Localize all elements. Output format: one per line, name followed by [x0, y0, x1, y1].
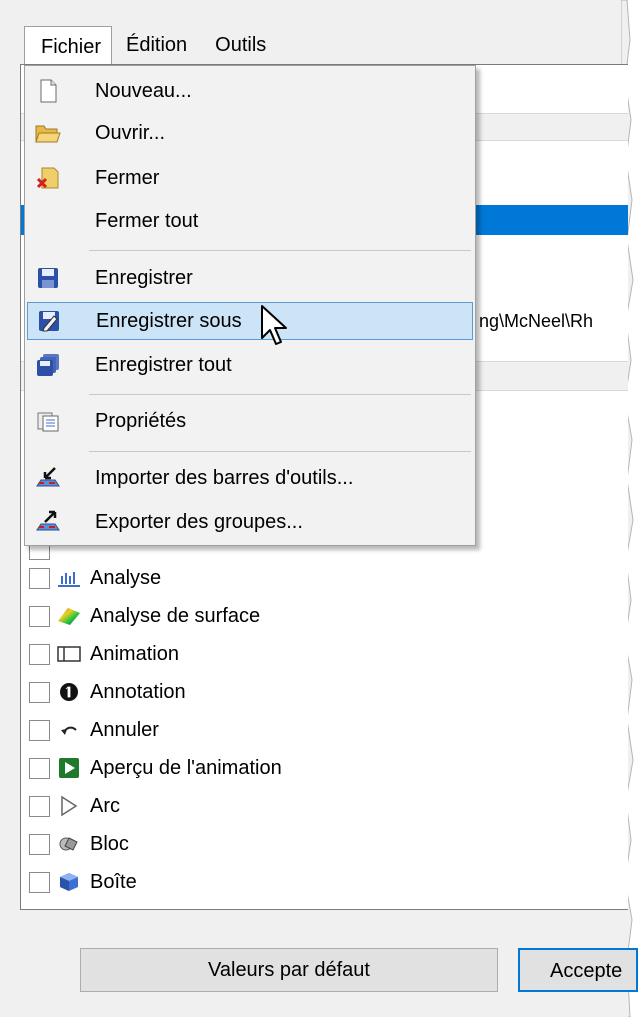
list-item[interactable]: Bloc: [29, 825, 282, 863]
list-item-label: Analyse: [90, 566, 162, 589]
list-item[interactable]: Annuler: [29, 711, 282, 749]
list-item-label: Annuler: [90, 718, 159, 741]
list-item-label: Animation: [90, 642, 179, 665]
open-folder-icon: [27, 114, 69, 152]
list-item-label: Arc: [90, 794, 120, 817]
save-all-icon: [27, 346, 69, 384]
checkbox[interactable]: [29, 681, 50, 703]
undo-icon: [56, 718, 82, 742]
annotation-icon: [56, 680, 82, 704]
checkbox[interactable]: [29, 795, 50, 817]
surface-analysis-icon: [56, 604, 82, 628]
menu-item-enregistrer-tout[interactable]: Enregistrer tout: [27, 346, 473, 384]
export-groups-icon: [27, 503, 69, 541]
list-item[interactable]: Aperçu de l'animation: [29, 749, 282, 787]
file-path-text: ng\McNeel\Rh: [479, 311, 594, 331]
block-icon: [56, 832, 82, 856]
menu-item-ouvrir[interactable]: Ouvrir...: [27, 114, 473, 152]
checkbox[interactable]: [29, 833, 50, 855]
close-file-icon: [27, 159, 69, 197]
animation-preview-icon: [56, 756, 82, 780]
mouse-cursor-icon: [261, 305, 287, 345]
menu-item-importer-barres[interactable]: Importer des barres d'outils...: [27, 459, 473, 497]
checkbox[interactable]: [29, 757, 50, 779]
menu-edition[interactable]: Édition: [112, 30, 201, 66]
import-toolbars-icon: [27, 459, 69, 497]
list-item[interactable]: Analyse de surface: [29, 597, 282, 635]
file-dropdown-menu: Nouveau... Ouvrir... Fermer Fermer tout …: [24, 65, 476, 546]
list-item[interactable]: Boîte: [29, 863, 282, 901]
box-icon: [56, 870, 82, 894]
menu-item-label: Fermer tout: [95, 209, 199, 232]
arc-icon: [56, 794, 82, 818]
dialog-button-bar: Valeurs par défaut Accepte: [0, 910, 638, 1017]
toolbar-checklist: Analyse Analyse de surface Animation Ann…: [29, 559, 282, 901]
menu-separator: [89, 250, 471, 251]
menu-item-label: Nouveau...: [95, 79, 192, 102]
list-item-label: Aperçu de l'animation: [90, 756, 282, 779]
list-item[interactable]: Arc: [29, 787, 282, 825]
save-as-icon: [28, 302, 70, 340]
menu-fichier[interactable]: Fichier: [24, 26, 113, 66]
checkbox[interactable]: [29, 605, 50, 627]
checkbox[interactable]: [29, 871, 50, 893]
save-disk-icon: [27, 259, 69, 297]
checkbox[interactable]: [29, 643, 50, 665]
menu-item-label: Fermer: [95, 166, 160, 189]
accept-button[interactable]: Accepte: [518, 948, 638, 992]
list-item[interactable]: Annotation: [29, 673, 282, 711]
menu-separator: [89, 451, 471, 452]
properties-icon: [27, 402, 69, 440]
checkbox[interactable]: [29, 567, 50, 589]
menu-item-enregistrer[interactable]: Enregistrer: [27, 259, 473, 297]
list-item-label: Bloc: [90, 832, 129, 855]
menu-item-label: Exporter des groupes...: [95, 510, 303, 533]
menu-separator: [89, 394, 471, 395]
menu-item-fermer-tout[interactable]: Fermer tout: [27, 202, 473, 240]
list-item-label: Boîte: [90, 870, 137, 893]
menu-item-label: Importer des barres d'outils...: [95, 466, 354, 489]
menu-item-label: Enregistrer: [95, 266, 193, 289]
menu-item-nouveau[interactable]: Nouveau...: [27, 72, 473, 110]
list-item-label: Analyse de surface: [90, 604, 261, 627]
menu-item-enregistrer-sous[interactable]: Enregistrer sous: [27, 302, 473, 340]
menu-item-label: Ouvrir...: [95, 121, 166, 144]
menu-item-proprietes[interactable]: Propriétés: [27, 402, 473, 440]
checkbox[interactable]: [29, 719, 50, 741]
defaults-button[interactable]: Valeurs par défaut: [80, 948, 498, 992]
animation-icon: [56, 642, 82, 666]
new-document-icon: [27, 72, 69, 110]
menu-item-label: Propriétés: [95, 409, 187, 432]
menu-item-exporter-groupes[interactable]: Exporter des groupes...: [27, 503, 473, 541]
menu-outils[interactable]: Outils: [201, 30, 280, 66]
menu-item-label: Enregistrer tout: [95, 353, 232, 376]
analysis-icon: [56, 566, 82, 590]
menu-item-fermer[interactable]: Fermer: [27, 159, 473, 197]
menu-item-label: Enregistrer sous: [96, 309, 242, 332]
list-item[interactable]: Analyse: [29, 559, 282, 597]
menu-bar: Fichier Édition Outils: [24, 26, 280, 66]
list-item[interactable]: Animation: [29, 635, 282, 673]
list-item-label: Annotation: [90, 680, 186, 703]
